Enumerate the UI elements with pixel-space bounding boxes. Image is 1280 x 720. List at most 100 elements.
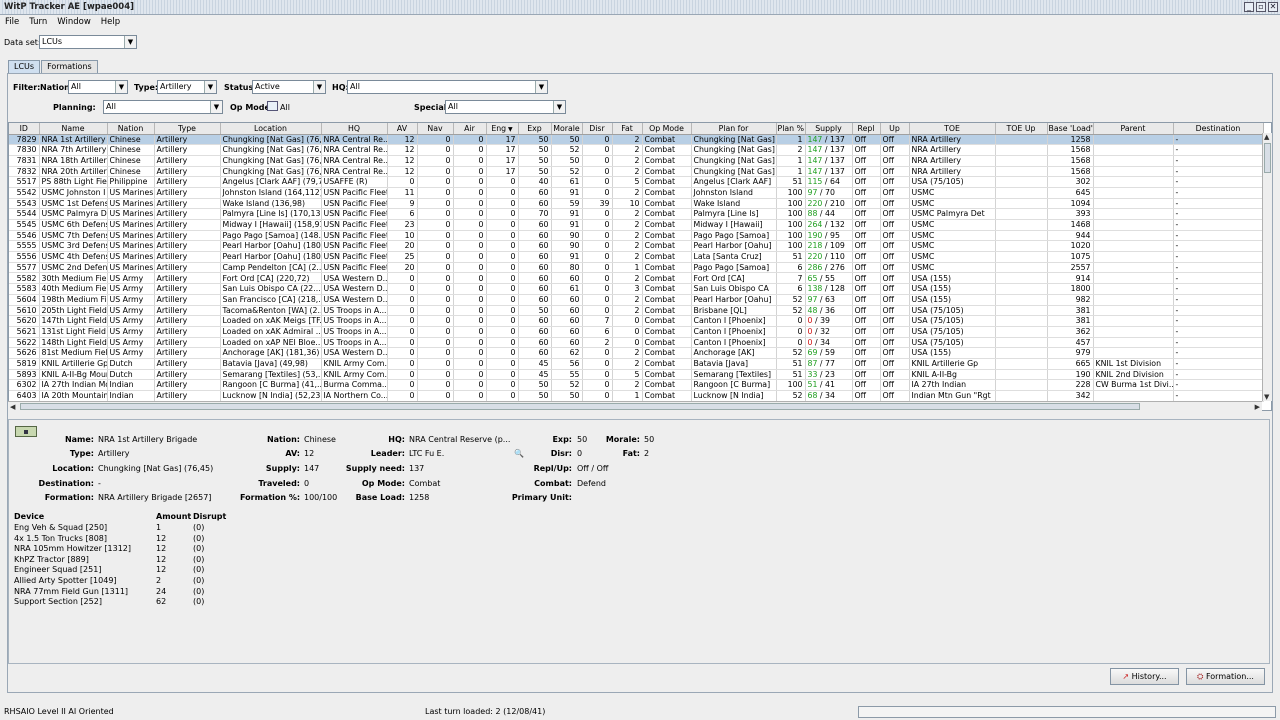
- menu-turn[interactable]: Turn: [29, 15, 47, 29]
- table-row[interactable]: 5544USMC Palmyra Def Def...US MarinesArt…: [9, 208, 1264, 220]
- table-row[interactable]: 5556USMC 4th Defense Bat...US MarinesArt…: [9, 251, 1264, 263]
- column-header-disr[interactable]: Disr: [582, 123, 613, 135]
- table-row[interactable]: 5893KNIL A-II-Bg Mountain ...DutchArtill…: [9, 369, 1264, 381]
- column-header-base-load-[interactable]: Base 'Load': [1047, 123, 1094, 135]
- table-row[interactable]: 6302IA 27th Indian Mountain...IndianArti…: [9, 379, 1264, 391]
- cell-destination: -: [1173, 230, 1264, 242]
- hq-select[interactable]: All ▼: [347, 80, 548, 94]
- cell-air: 0: [453, 134, 487, 146]
- tab-formations[interactable]: Formations: [41, 60, 98, 73]
- column-header-plan-for[interactable]: Plan for: [691, 123, 777, 135]
- history-button[interactable]: ↗ History...: [1110, 668, 1179, 685]
- close-button[interactable]: ✕: [1268, 2, 1278, 12]
- cell-hq: USA Western D...: [321, 347, 388, 359]
- table-row[interactable]: 5546USMC 7th Defense Bat...US MarinesArt…: [9, 230, 1264, 242]
- table-row[interactable]: 5555USMC 3rd Defense Bat...US MarinesArt…: [9, 240, 1264, 253]
- table-row[interactable]: 5610205th Light Field Artiller...US Army…: [9, 305, 1264, 317]
- nation-select[interactable]: All ▼: [68, 80, 128, 94]
- cell-name: USMC 7th Defense Bat...: [39, 230, 108, 242]
- cell-type: Artillery: [154, 390, 221, 402]
- cell-nation: US Army: [107, 347, 155, 359]
- column-header-air[interactable]: Air: [453, 123, 487, 135]
- column-header-hq[interactable]: HQ: [321, 123, 388, 135]
- menu-help[interactable]: Help: [101, 15, 120, 29]
- cell-id: 5544: [9, 208, 40, 220]
- table-row[interactable]: 5517PS 88th Light Field Artil...Philippi…: [9, 176, 1264, 188]
- cell-repl: Off: [852, 315, 881, 327]
- column-header-supply[interactable]: Supply: [805, 123, 853, 135]
- column-header-eng[interactable]: Eng ▼: [486, 123, 519, 135]
- cell-plan-: 100: [776, 187, 806, 199]
- column-header-location[interactable]: Location: [220, 123, 322, 135]
- column-header-nav[interactable]: Nav: [417, 123, 454, 135]
- detail-hq-label: HQ:: [388, 435, 405, 444]
- type-select[interactable]: Artillery ▼: [157, 80, 217, 94]
- table-row[interactable]: 558340th Medium Field Artil...US ArmyArt…: [9, 283, 1264, 295]
- column-header-nation[interactable]: Nation: [107, 123, 155, 135]
- maximize-button[interactable]: ▫: [1256, 2, 1266, 12]
- column-header-exp[interactable]: Exp: [518, 123, 552, 135]
- column-header-av[interactable]: AV: [387, 123, 418, 135]
- formation-button[interactable]: ⛭ Formation...: [1186, 668, 1265, 685]
- column-header-name[interactable]: Name: [39, 123, 108, 135]
- column-header-repl[interactable]: Repl: [852, 123, 881, 135]
- scroll-down-icon[interactable]: ▼: [1264, 393, 1269, 401]
- table-row[interactable]: 7832NRA 20th Artillery Briga...ChineseAr…: [9, 166, 1264, 178]
- table-row[interactable]: 5622148th Light Field Artiller...US Army…: [9, 337, 1264, 349]
- table-row[interactable]: 5620147th Light Field Artiller...US Army…: [9, 315, 1264, 327]
- table-row[interactable]: 558230th Medium Field Artil...US ArmyArt…: [9, 272, 1264, 285]
- table-row[interactable]: 7831NRA 18th Artillery Briga...ChineseAr…: [9, 155, 1264, 167]
- vertical-scroll-thumb[interactable]: [1264, 143, 1271, 173]
- table-row[interactable]: 7829NRA 1st Artillery BrigadeChineseArti…: [9, 134, 1264, 146]
- column-header-op-mode[interactable]: Op Mode: [642, 123, 692, 135]
- column-header-morale[interactable]: Morale: [551, 123, 583, 135]
- menu-file[interactable]: File: [5, 15, 19, 29]
- opmode-icon[interactable]: [267, 101, 278, 111]
- supply-need: 137: [829, 134, 845, 144]
- supply-need: 39: [820, 316, 830, 326]
- cell-fat: 1: [612, 390, 643, 402]
- vertical-scrollbar[interactable]: ▲ ▼: [1262, 133, 1272, 401]
- tab-lcus[interactable]: LCUs: [8, 60, 41, 74]
- dataset-select[interactable]: LCUs ▼: [39, 35, 137, 49]
- menu-window[interactable]: Window: [57, 15, 91, 29]
- cell-location: Camp Pendelton [CA] (2...: [220, 262, 322, 274]
- column-header-destination[interactable]: Destination: [1173, 123, 1264, 135]
- opmode-value[interactable]: All: [280, 102, 290, 114]
- column-header-plan-[interactable]: Plan %: [776, 123, 806, 135]
- table-row[interactable]: 5545USMC 6th Defense Bat...US MarinesArt…: [9, 219, 1264, 231]
- column-header-toe[interactable]: TOE: [909, 123, 996, 135]
- cell-repl: Off: [852, 358, 881, 370]
- table-row[interactable]: 5542USMC Johnston I Defe...US MarinesArt…: [9, 187, 1264, 199]
- table-row[interactable]: 562681st Medium Field Artil...US ArmyArt…: [9, 347, 1264, 359]
- column-header-up[interactable]: Up: [880, 123, 910, 135]
- table-row[interactable]: 5604198th Medium Field Arti...US ArmyArt…: [9, 294, 1264, 306]
- planning-select[interactable]: All ▼: [103, 100, 223, 114]
- horizontal-scroll-thumb[interactable]: [20, 403, 1140, 410]
- cell-location: Chungking [Nat Gas] (76,...: [220, 134, 322, 146]
- horizontal-scrollbar[interactable]: ◀ ▶: [8, 401, 1262, 411]
- scroll-right-icon[interactable]: ▶: [1255, 403, 1260, 411]
- table-row[interactable]: 5621131st Light Field Artiller...US Army…: [9, 326, 1264, 338]
- table-row[interactable]: 5543USMC 1st Defense Bat...US MarinesArt…: [9, 198, 1264, 210]
- column-header-fat[interactable]: Fat: [612, 123, 643, 135]
- scroll-left-icon[interactable]: ◀: [10, 403, 15, 411]
- table-row[interactable]: 5819 KNIL Artillerie Gp Dutch Artillery Bata…: [9, 358, 1264, 370]
- cell-supply: 48 / 36: [805, 305, 853, 317]
- table-row[interactable]: 7830NRA 7th Artillery BrigadeChineseArti…: [9, 144, 1264, 156]
- cell-parent: [1093, 219, 1174, 231]
- cell-hq: USN Pacific Fleet: [321, 251, 388, 263]
- special-select[interactable]: All ▼: [445, 100, 566, 114]
- table-row[interactable]: 6403IA 20th Mountain Gun R...IndianArtil…: [9, 390, 1264, 402]
- table-row[interactable]: 5577USMC 2nd Defense Ba...US MarinesArti…: [9, 262, 1264, 274]
- column-header-type[interactable]: Type: [154, 123, 221, 135]
- column-header-toe-up[interactable]: TOE Up: [995, 123, 1048, 135]
- type-value: Artillery: [160, 82, 192, 91]
- scroll-up-icon[interactable]: ▲: [1264, 133, 1269, 141]
- minimize-button[interactable]: _: [1244, 2, 1254, 12]
- column-header-id[interactable]: ID: [9, 123, 40, 135]
- status-select[interactable]: Active ▼: [252, 80, 326, 94]
- column-header-parent[interactable]: Parent: [1093, 123, 1174, 135]
- cell-type: Artillery: [154, 315, 221, 327]
- supply-need: 41: [825, 380, 835, 390]
